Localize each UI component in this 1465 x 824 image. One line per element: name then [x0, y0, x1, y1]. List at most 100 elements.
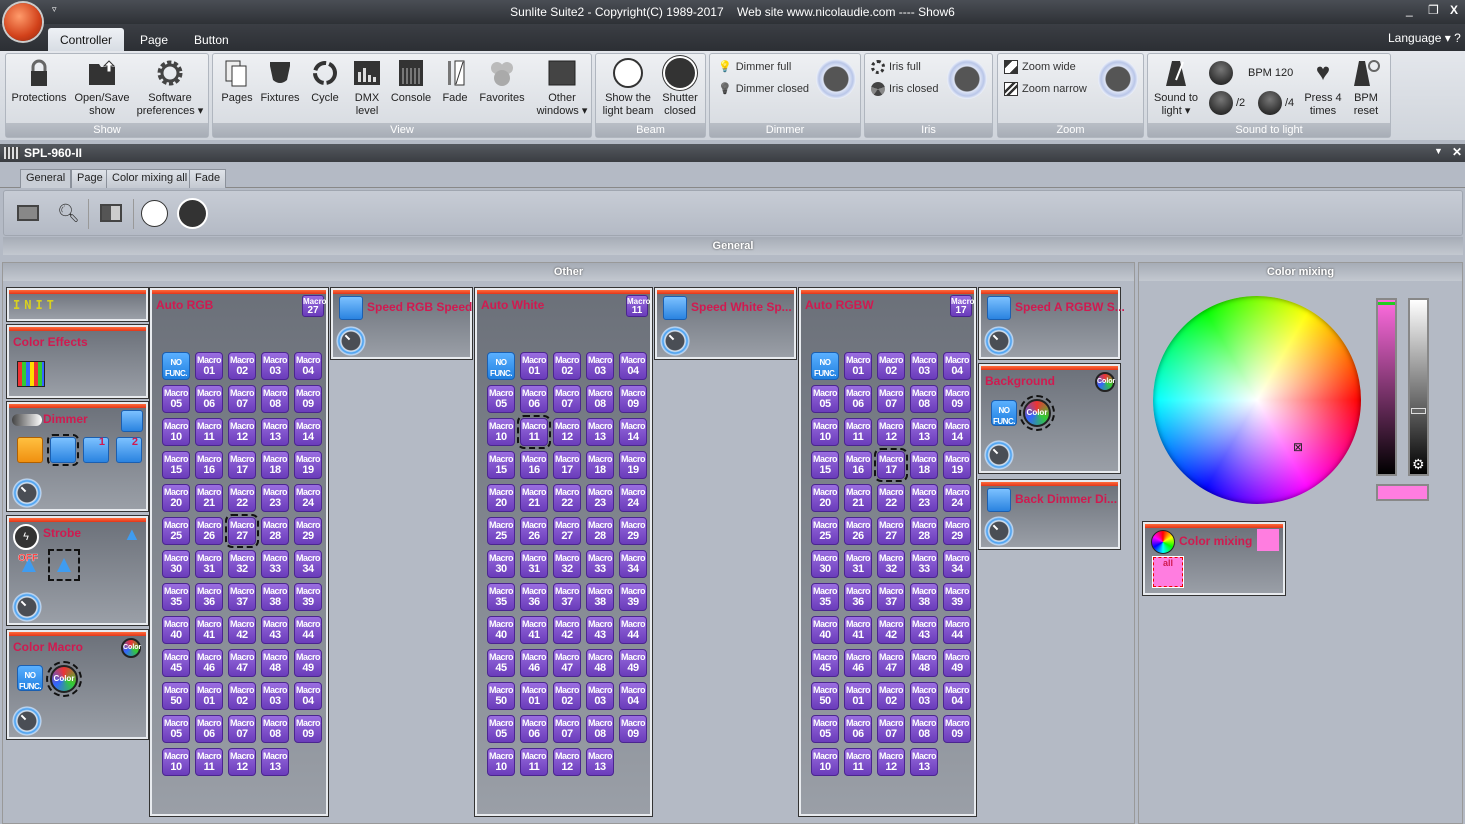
- macro-button[interactable]: Macro 14: [619, 418, 647, 446]
- macro-button[interactable]: Macro 05: [811, 385, 839, 413]
- macro-button[interactable]: Macro 04: [294, 682, 322, 710]
- macro-button[interactable]: Macro 09: [294, 715, 322, 743]
- dimmer-knob[interactable]: [12, 478, 42, 508]
- macro-button[interactable]: Macro 45: [487, 649, 515, 677]
- dimmer-open-button[interactable]: [47, 434, 79, 466]
- macro-button[interactable]: Macro 08: [586, 385, 614, 413]
- macro-button[interactable]: Macro 22: [228, 484, 256, 512]
- macro-button[interactable]: Macro 20: [162, 484, 190, 512]
- macro-button[interactable]: Macro 05: [162, 715, 190, 743]
- macro-button[interactable]: Macro 16: [844, 451, 872, 479]
- macro-button[interactable]: Macro 03: [586, 352, 614, 380]
- macro-button[interactable]: Macro 19: [619, 451, 647, 479]
- macro-button[interactable]: Macro 10: [162, 418, 190, 446]
- macro-button[interactable]: Macro 11: [195, 748, 223, 776]
- macro-button[interactable]: Macro 40: [162, 616, 190, 644]
- macro-button[interactable]: Macro 16: [195, 451, 223, 479]
- macro-button[interactable]: Macro 37: [228, 583, 256, 611]
- white-slider[interactable]: ⚙: [1408, 298, 1429, 476]
- macro-button[interactable]: Macro 50: [162, 682, 190, 710]
- macro-button[interactable]: Macro 34: [943, 550, 971, 578]
- macro-button[interactable]: Macro 15: [487, 451, 515, 479]
- software-preferences-button[interactable]: Software preferences ▾: [134, 58, 206, 118]
- macro-button[interactable]: Macro 20: [487, 484, 515, 512]
- macro-button[interactable]: Macro 30: [487, 550, 515, 578]
- macro-button[interactable]: Macro 02: [228, 682, 256, 710]
- no-function-button[interactable]: NO FUNC.: [487, 352, 515, 380]
- macro-button[interactable]: Macro 02: [553, 682, 581, 710]
- macro-button[interactable]: Macro 12: [877, 418, 905, 446]
- macro-button[interactable]: Macro 02: [228, 352, 256, 380]
- macro-button[interactable]: Macro 27: [877, 517, 905, 545]
- macro-button[interactable]: Macro 02: [877, 352, 905, 380]
- dimmer-full-button[interactable]: 💡 Dimmer full: [718, 60, 791, 74]
- macro-button[interactable]: Macro 13: [261, 748, 289, 776]
- no-function-button[interactable]: NO FUNC.: [991, 400, 1017, 426]
- speed-rgbw-knob[interactable]: [984, 326, 1014, 356]
- help-label[interactable]: ?: [1454, 31, 1461, 45]
- iris-knob[interactable]: [947, 59, 987, 99]
- macro-button[interactable]: Macro 30: [811, 550, 839, 578]
- macro-button[interactable]: Macro 46: [195, 649, 223, 677]
- macro-button[interactable]: Macro 46: [844, 649, 872, 677]
- macro-button[interactable]: Macro 47: [228, 649, 256, 677]
- macro-button[interactable]: Macro 27: [225, 514, 259, 548]
- macro-button[interactable]: Macro 17: [553, 451, 581, 479]
- speed-rgb-knob[interactable]: [336, 326, 366, 356]
- tab-page[interactable]: Page: [71, 169, 109, 188]
- macro-button[interactable]: Macro 31: [844, 550, 872, 578]
- macro-button[interactable]: Macro 11: [517, 415, 551, 449]
- press-4-times-button[interactable]: ♥ Press 4 times: [1304, 58, 1342, 118]
- macro-button[interactable]: Macro 08: [910, 385, 938, 413]
- macro-button[interactable]: Macro 49: [619, 649, 647, 677]
- macro-button[interactable]: Macro 06: [520, 385, 548, 413]
- macro-button[interactable]: Macro 10: [487, 418, 515, 446]
- macro-button[interactable]: Macro 44: [619, 616, 647, 644]
- macro-button[interactable]: Macro 15: [162, 451, 190, 479]
- macro-button[interactable]: Macro 12: [553, 748, 581, 776]
- macro-button[interactable]: Macro 42: [553, 616, 581, 644]
- macro-button[interactable]: Macro 04: [943, 352, 971, 380]
- macro-button[interactable]: Macro 36: [520, 583, 548, 611]
- macro-button[interactable]: Macro 12: [228, 748, 256, 776]
- color-wheel[interactable]: ⊠: [1153, 296, 1361, 504]
- no-function-button[interactable]: NO FUNC.: [162, 352, 190, 380]
- color-all-button[interactable]: all: [1152, 556, 1184, 588]
- macro-button[interactable]: Macro 38: [586, 583, 614, 611]
- macro-button[interactable]: Macro 03: [910, 682, 938, 710]
- macro-button[interactable]: Macro 34: [294, 550, 322, 578]
- pages-button[interactable]: Pages: [219, 58, 255, 105]
- macro-button[interactable]: Macro 11: [195, 418, 223, 446]
- macro-button[interactable]: Macro 33: [261, 550, 289, 578]
- macro-button[interactable]: Macro 35: [162, 583, 190, 611]
- bpm-reset-button[interactable]: BPM reset: [1346, 58, 1386, 118]
- panel-menu-icon[interactable]: ▼: [1434, 146, 1443, 156]
- macro-button[interactable]: Macro 28: [910, 517, 938, 545]
- dimmer-1-button[interactable]: 1: [83, 436, 109, 463]
- macro-button[interactable]: Macro 01: [195, 352, 223, 380]
- macro-button[interactable]: Macro 02: [553, 352, 581, 380]
- color-button[interactable]: Color: [1019, 395, 1055, 431]
- macro-button[interactable]: Macro 08: [261, 385, 289, 413]
- macro-button[interactable]: Macro 02: [877, 682, 905, 710]
- color-macro-knob[interactable]: [12, 706, 42, 736]
- macro-button[interactable]: Macro 05: [162, 385, 190, 413]
- macro-button[interactable]: Macro 32: [553, 550, 581, 578]
- intensity-slider-handle[interactable]: [1378, 302, 1395, 305]
- macro-button[interactable]: Macro 24: [619, 484, 647, 512]
- dmx-level-button[interactable]: DMX level: [347, 58, 387, 118]
- macro-button[interactable]: Macro 07: [553, 385, 581, 413]
- macro-button[interactable]: Macro 19: [294, 451, 322, 479]
- macro-button[interactable]: Macro 08: [910, 715, 938, 743]
- macro-button[interactable]: Macro 37: [553, 583, 581, 611]
- minimize-button[interactable]: _: [1406, 3, 1413, 17]
- macro-button[interactable]: Macro 19: [943, 451, 971, 479]
- macro-button[interactable]: Macro 01: [195, 682, 223, 710]
- macro-button[interactable]: Macro 15: [811, 451, 839, 479]
- macro-button[interactable]: Macro 26: [195, 517, 223, 545]
- fixtures-button[interactable]: Fixtures: [257, 58, 303, 105]
- macro-button[interactable]: Macro 22: [877, 484, 905, 512]
- tab-general[interactable]: General: [20, 169, 72, 188]
- macro-button[interactable]: Macro 36: [195, 583, 223, 611]
- macro-button[interactable]: Macro 07: [877, 715, 905, 743]
